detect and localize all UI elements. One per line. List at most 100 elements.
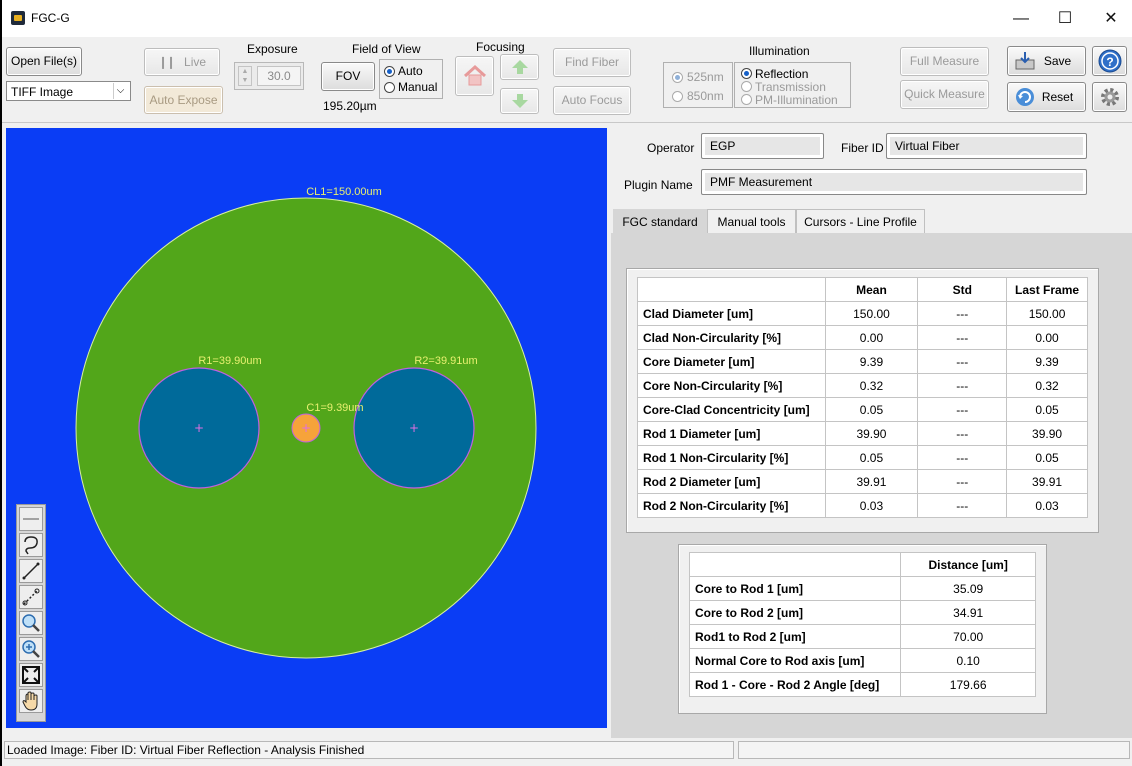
wavelength-group: 525nm 850nm [663,62,733,108]
table-row: Core Non-Circularity [%] 0.32 --- 0.32 [637,373,1088,398]
std-cell: --- [917,397,1008,422]
fit-to-window-icon [22,666,40,684]
distance-cell: 35.09 [900,576,1036,601]
row-label: Rod 2 Diameter [um] [637,469,826,494]
minimize-button[interactable]: — [998,0,1044,37]
transmission-radio[interactable] [741,81,752,92]
last-frame-cell: 0.05 [1006,445,1088,470]
plugin-name-field[interactable]: PMF Measurement [701,169,1087,195]
status-secondary-pane [738,741,1130,759]
row-label: Core-Clad Concentricity [um] [637,397,826,422]
settings-button[interactable] [1092,82,1127,112]
app-window: FGC-G — ☐ ✕ Open File(s) TIFF Image ⌵ ❙❙… [2,0,1132,766]
mean-cell: 39.91 [824,469,919,494]
row-label: Rod 1 - Core - Rod 2 Angle [deg] [688,672,902,697]
fiber-image-view[interactable]: + + + CL1=150.00um R1=39.90um R2=39.91um… [6,128,607,728]
wl-525-radio[interactable] [672,72,683,83]
reset-label: Reset [1041,90,1074,104]
fiber-id-field[interactable]: Virtual Fiber [886,133,1087,159]
tool-line-button[interactable] [19,559,43,583]
find-fiber-button[interactable]: Find Fiber [553,48,631,77]
reset-button[interactable]: Reset [1007,82,1086,112]
status-bar: Loaded Image: Fiber ID: Virtual Fiber Re… [2,738,1132,766]
plugin-name-label: Plugin Name [624,178,693,192]
fov-button[interactable]: FOV [321,62,375,91]
mean-cell: 0.32 [824,373,919,398]
last-frame-cell: 39.90 [1006,421,1088,446]
reflection-radio[interactable] [741,68,752,79]
fov-auto-radio[interactable] [384,66,395,77]
distance-header-value: Distance [um] [900,552,1036,577]
c1-annotation: C1=9.39um [306,402,363,414]
tool-cursor-line-button[interactable] [19,585,43,609]
help-icon: ? [1098,49,1121,73]
quick-measure-button[interactable]: Quick Measure [900,80,989,109]
tool-lasso-button[interactable] [19,533,43,557]
tab-fgc-standard[interactable]: FGC standard [613,209,707,234]
last-frame-cell: 0.03 [1006,493,1088,518]
operator-label: Operator [647,141,695,155]
auto-focus-button[interactable]: Auto Focus [553,86,631,115]
auto-expose-button[interactable]: Auto Expose [144,86,223,114]
distance-header-label [688,552,902,577]
focus-down-button[interactable] [500,88,539,114]
chevron-down-icon: ⌵ [113,83,127,99]
image-tool-strip [16,504,46,722]
fov-value: 195.20µm [323,99,377,113]
tool-pan-button[interactable] [19,689,43,713]
core-center-marker: + [301,421,311,435]
row-label: Core Diameter [um] [637,349,826,374]
tab-cursors-line-profile[interactable]: Cursors - Line Profile [796,209,925,234]
row-label: Clad Non-Circularity [%] [637,325,826,350]
mean-cell: 39.90 [824,421,919,446]
save-label: Save [1043,54,1072,68]
row-label: Core to Rod 1 [um] [688,576,902,601]
tool-fit-button[interactable] [19,663,43,687]
pm-illumination-radio[interactable] [741,94,752,105]
save-button[interactable]: Save [1007,46,1086,76]
std-cell: --- [917,373,1008,398]
close-button[interactable]: ✕ [1088,0,1132,37]
toolbar-divider [2,122,1132,123]
full-measure-button[interactable]: Full Measure [900,47,989,76]
wl-850-label: 850nm [687,89,724,103]
distance-cell: 34.91 [900,600,1036,625]
fov-manual-label: Manual [398,80,438,94]
stepper-arrows-icon[interactable]: ▲ ▼ [238,66,252,86]
file-type-select[interactable]: TIFF Image ⌵ [6,81,131,101]
exposure-stepper[interactable]: ▲ ▼ 30.0 [234,62,304,90]
table-row: Rod1 to Rod 2 [um] 70.00 [688,624,1036,649]
pm-illumination-label: PM-Illumination [755,93,838,107]
transmission-label: Transmission [755,80,826,94]
help-button[interactable]: ? [1092,46,1127,76]
fov-manual-radio[interactable] [384,82,395,93]
std-cell: --- [917,445,1008,470]
focus-up-button[interactable] [500,54,539,80]
tool-collapse-button[interactable] [19,507,43,531]
last-frame-cell: 0.00 [1006,325,1088,350]
reset-icon [1016,88,1034,106]
mean-cell: 0.00 [824,325,919,350]
last-frame-cell: 39.91 [1006,469,1088,494]
table-row: Rod 1 Non-Circularity [%] 0.05 --- 0.05 [637,445,1088,470]
fiber-id-label: Fiber ID [841,141,884,155]
row-label: Rod 2 Non-Circularity [%] [637,493,826,518]
home-button[interactable] [455,56,494,96]
operator-field[interactable]: EGP [701,133,824,159]
live-button[interactable]: ❙❙ Live [144,48,220,76]
tool-zoom-button[interactable] [19,611,43,635]
row-label: Rod 1 Non-Circularity [%] [637,445,826,470]
status-text: Loaded Image: Fiber ID: Virtual Fiber Re… [4,741,734,759]
tab-manual-tools[interactable]: Manual tools [707,209,796,234]
distance-table: Distance [um] Core to Rod 1 [um] 35.09 Co… [688,552,1036,697]
std-cell: --- [917,325,1008,350]
maximize-button[interactable]: ☐ [1042,0,1088,37]
distance-cell: 0.10 [900,648,1036,673]
tool-zoom-in-button[interactable] [19,637,43,661]
wl-850-radio[interactable] [672,91,683,102]
results-table: Mean Std Last Frame Clad Diameter [um] 15… [637,277,1088,518]
results-header-mean: Mean [824,277,919,302]
live-label: Live [184,55,207,69]
open-files-button[interactable]: Open File(s) [6,47,82,76]
row-label: Clad Diameter [um] [637,301,826,326]
